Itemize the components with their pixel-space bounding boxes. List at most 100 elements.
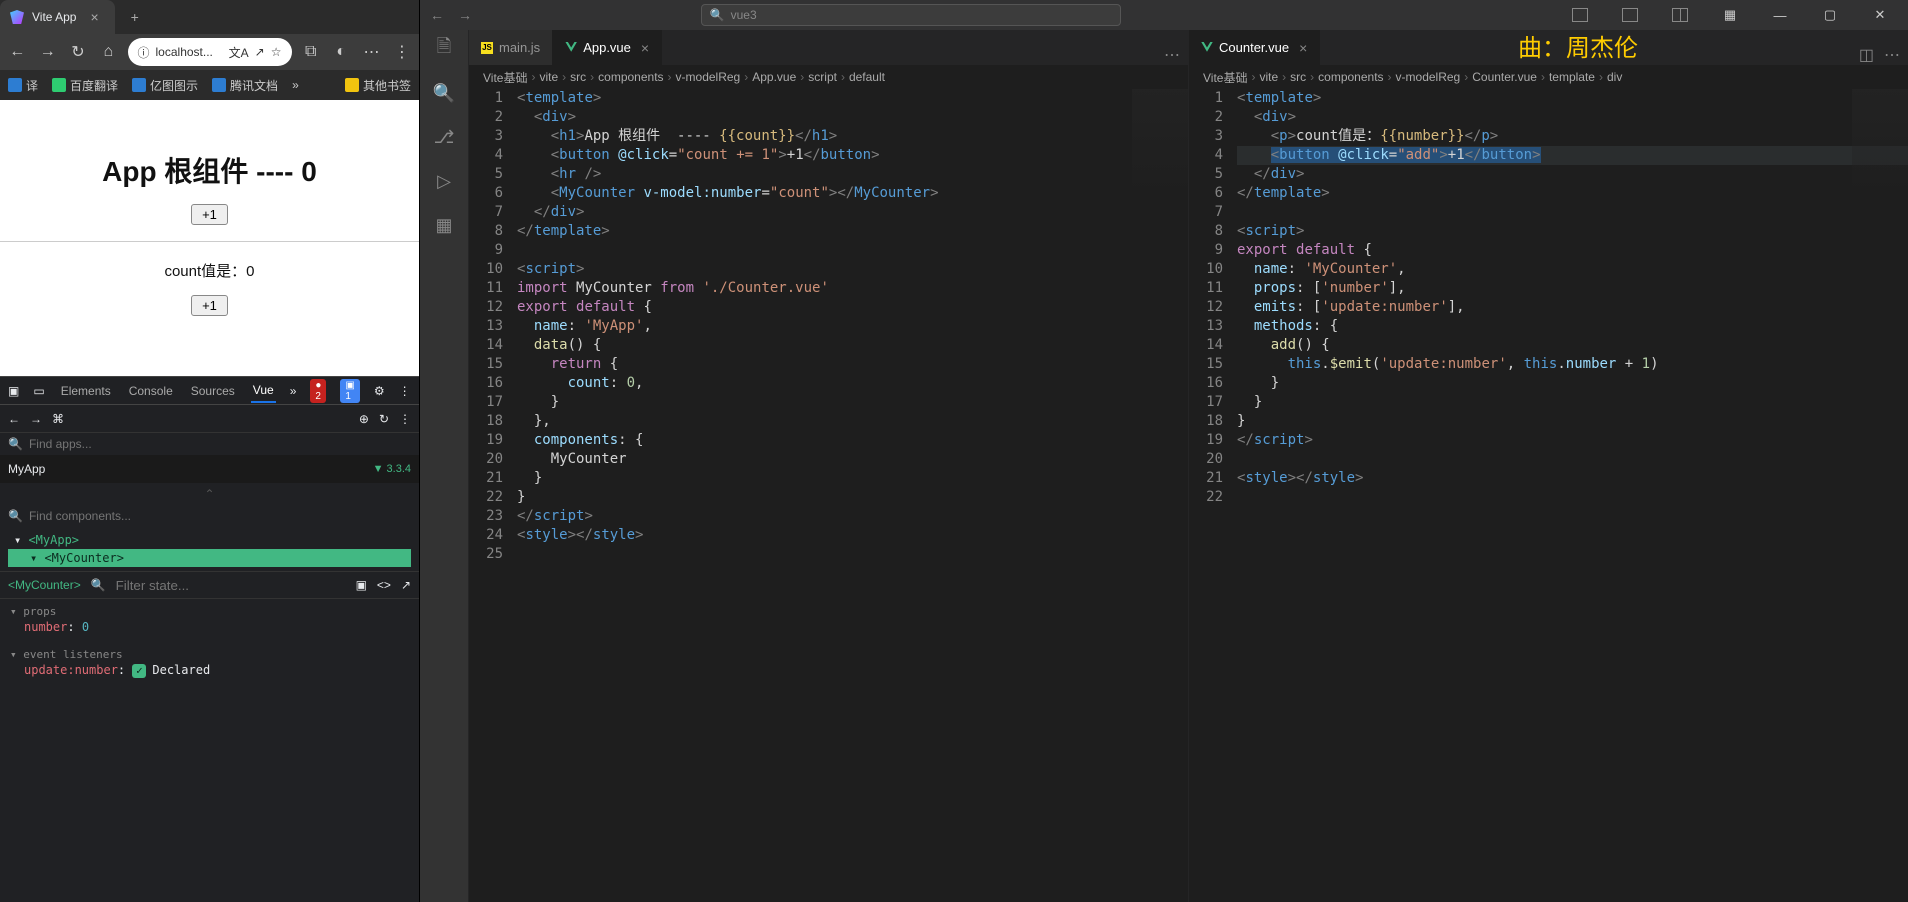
nav-back-icon[interactable]: ← bbox=[6, 39, 28, 65]
inspect-dom-icon[interactable]: <> bbox=[377, 578, 391, 592]
error-badge[interactable]: ● 2 bbox=[310, 379, 326, 403]
breadcrumbs[interactable]: Vite基础›vite›src›components›v-modelReg›Ap… bbox=[469, 65, 1188, 89]
more-tabs-icon[interactable]: » bbox=[290, 384, 297, 398]
more-icon[interactable]: ⋮ bbox=[399, 384, 411, 398]
breadcrumb-segment[interactable]: default bbox=[849, 70, 885, 84]
scm-icon[interactable]: ⎇ bbox=[431, 124, 457, 150]
home-icon[interactable]: ⌂ bbox=[97, 39, 119, 65]
breadcrumb-segment[interactable]: components bbox=[1318, 70, 1383, 84]
bookmark-star-icon[interactable]: ☆ bbox=[271, 45, 282, 59]
info-badge[interactable]: ▣ 1 bbox=[340, 379, 359, 403]
bookmark-folder[interactable]: 其他书签 bbox=[345, 77, 411, 94]
search-icon[interactable]: 🔍 bbox=[431, 80, 457, 106]
event-row[interactable]: update:number: ✓Declared bbox=[24, 661, 409, 680]
more-icon[interactable]: ⋯ bbox=[1884, 45, 1900, 65]
breadcrumb-segment[interactable]: components bbox=[598, 70, 663, 84]
breadcrumb-segment[interactable]: src bbox=[1290, 70, 1306, 84]
increment-button-child[interactable]: +1 bbox=[191, 295, 228, 316]
devtools-tab-console[interactable]: Console bbox=[127, 380, 175, 402]
address-bar[interactable]: ⓘ localhost... 文A ↗ ☆ bbox=[128, 38, 292, 66]
avatar-icon[interactable]: ⋯ bbox=[360, 39, 382, 65]
open-editor-icon[interactable]: ↗ bbox=[401, 578, 411, 592]
split-editor-icon[interactable]: ◫ bbox=[1859, 45, 1874, 65]
share-icon[interactable]: ↗ bbox=[255, 45, 265, 59]
breadcrumb-segment[interactable]: v-modelReg bbox=[676, 70, 741, 84]
command-center[interactable]: 🔍 vue3 bbox=[701, 4, 1121, 26]
breadcrumb-segment[interactable]: vite bbox=[539, 70, 558, 84]
close-button[interactable]: ✕ bbox=[1858, 1, 1902, 29]
breadcrumb-segment[interactable]: Counter.vue bbox=[1472, 70, 1537, 84]
resize-handle[interactable]: ⌃ bbox=[0, 483, 419, 505]
close-icon[interactable]: × bbox=[641, 40, 649, 56]
more-icon[interactable]: ⋮ bbox=[399, 412, 411, 426]
filter-state-input[interactable] bbox=[116, 578, 346, 593]
components-icon[interactable]: ⌘ bbox=[52, 412, 64, 426]
extensions-icon[interactable]: ⧉ bbox=[300, 39, 322, 65]
maximize-button[interactable]: ▢ bbox=[1808, 1, 1852, 29]
breadcrumbs[interactable]: Vite基础›vite›src›components›v-modelReg›Co… bbox=[1189, 65, 1908, 89]
devtools-tab-sources[interactable]: Sources bbox=[189, 380, 237, 402]
breadcrumb-segment[interactable]: v-modelReg bbox=[1396, 70, 1461, 84]
minimap[interactable] bbox=[1852, 89, 1908, 199]
browser-tab-active[interactable]: Vite App × bbox=[0, 0, 115, 34]
customize-layout-icon[interactable]: ▦ bbox=[1708, 1, 1752, 29]
nav-forward-icon[interactable]: → bbox=[30, 412, 42, 426]
menu-icon[interactable]: ⋮ bbox=[391, 39, 413, 65]
devtools-tab-elements[interactable]: Elements bbox=[59, 380, 113, 402]
scroll-to-icon[interactable]: ▣ bbox=[356, 578, 367, 592]
breadcrumb-segment[interactable]: div bbox=[1607, 70, 1622, 84]
increment-button[interactable]: +1 bbox=[191, 204, 228, 225]
layout-right-icon[interactable] bbox=[1658, 1, 1702, 29]
bookmark-item[interactable]: 译 bbox=[8, 77, 38, 94]
new-tab-button[interactable]: + bbox=[125, 7, 145, 27]
inspect-icon[interactable]: ▣ bbox=[8, 384, 19, 398]
breadcrumb-segment[interactable]: script bbox=[808, 70, 837, 84]
editor-tab[interactable]: Counter.vue× bbox=[1189, 30, 1320, 65]
layout-bottom-icon[interactable] bbox=[1608, 1, 1652, 29]
apps-search-input[interactable] bbox=[29, 437, 411, 451]
components-search-input[interactable] bbox=[29, 509, 411, 523]
code-editor[interactable]: 12345678910111213141516171819202122 <tem… bbox=[1189, 89, 1908, 902]
breadcrumb-segment[interactable]: Vite基础 bbox=[483, 69, 527, 86]
breadcrumb-segment[interactable]: Vite基础 bbox=[1203, 69, 1247, 86]
layout-left-icon[interactable] bbox=[1558, 1, 1602, 29]
nav-forward-icon[interactable]: → bbox=[36, 39, 58, 65]
activity-bar: 🗎 🔍 ⎇ ▷ ▦ bbox=[420, 30, 468, 902]
breadcrumb-segment[interactable]: src bbox=[570, 70, 586, 84]
bookmark-item[interactable]: 腾讯文档 bbox=[212, 77, 278, 94]
nav-back-icon[interactable]: ← bbox=[430, 7, 444, 23]
tree-node[interactable]: ▾ <MyApp> bbox=[8, 531, 411, 549]
breadcrumb-segment[interactable]: App.vue bbox=[752, 70, 796, 84]
code-editor[interactable]: 1234567891011121314151617181920212223242… bbox=[469, 89, 1188, 902]
prop-row[interactable]: number: 0 bbox=[24, 618, 409, 636]
translate-icon[interactable]: 文A bbox=[229, 44, 249, 61]
breadcrumb-segment[interactable]: template bbox=[1549, 70, 1595, 84]
minimize-button[interactable]: — bbox=[1758, 1, 1802, 29]
target-icon[interactable]: ⊕ bbox=[359, 412, 369, 426]
theme-icon[interactable]: ◐ bbox=[330, 39, 352, 65]
close-icon[interactable]: × bbox=[1299, 40, 1307, 56]
tree-node[interactable]: ▾ <MyCounter> bbox=[8, 549, 411, 567]
site-info-icon[interactable]: ⓘ bbox=[138, 44, 150, 61]
debug-icon[interactable]: ▷ bbox=[431, 168, 457, 194]
close-icon[interactable]: × bbox=[84, 7, 104, 27]
device-icon[interactable]: ▭ bbox=[33, 384, 44, 398]
bookmark-item[interactable]: 百度翻译 bbox=[52, 77, 118, 94]
editor-tab[interactable]: JSmain.js bbox=[469, 30, 553, 65]
editor-tab[interactable]: App.vue× bbox=[553, 30, 662, 65]
nav-back-icon[interactable]: ← bbox=[8, 412, 20, 426]
more-icon[interactable]: ⋯ bbox=[1164, 45, 1180, 65]
settings-icon[interactable]: ⚙ bbox=[374, 384, 385, 398]
explorer-icon[interactable]: 🗎 bbox=[431, 36, 457, 62]
refresh-icon[interactable]: ↻ bbox=[379, 412, 389, 426]
bookmark-overflow[interactable]: » bbox=[292, 78, 299, 92]
bookmark-item[interactable]: 亿图图示 bbox=[132, 77, 198, 94]
app-row[interactable]: MyApp ▼ 3.3.4 bbox=[0, 455, 419, 483]
minimap[interactable] bbox=[1132, 89, 1188, 199]
devtools-tab-vue[interactable]: Vue bbox=[251, 379, 276, 403]
search-icon: 🔍 bbox=[91, 578, 106, 592]
breadcrumb-segment[interactable]: vite bbox=[1259, 70, 1278, 84]
reload-icon[interactable]: ↻ bbox=[67, 39, 89, 65]
nav-forward-icon[interactable]: → bbox=[458, 7, 472, 23]
extensions-icon[interactable]: ▦ bbox=[431, 212, 457, 238]
